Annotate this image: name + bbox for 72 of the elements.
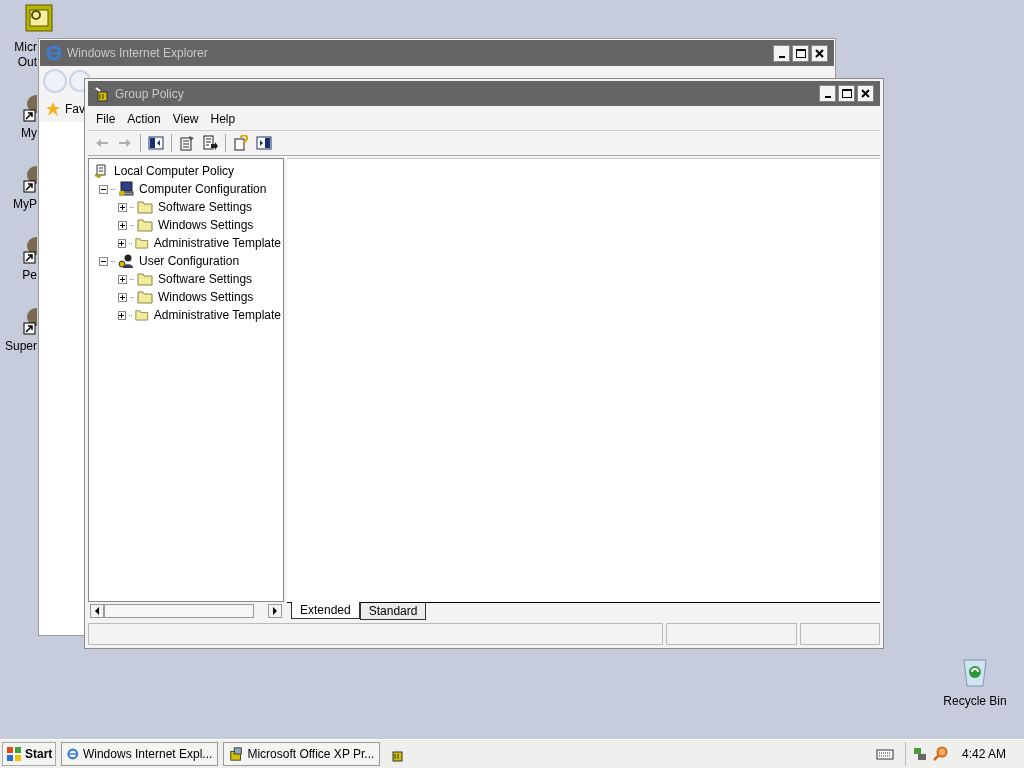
maximize-button[interactable]	[838, 85, 855, 102]
tree-item[interactable]: Local Computer Policy	[112, 162, 237, 180]
installer-icon	[229, 746, 244, 762]
panel-icon[interactable]	[256, 135, 272, 151]
icon-label[interactable]: Recycle Bin	[943, 692, 1007, 710]
menu-item[interactable]: File	[90, 110, 122, 128]
window-title: Windows Internet Explorer	[67, 45, 209, 62]
network-icon[interactable]	[911, 746, 928, 762]
start-button[interactable]: Start	[2, 742, 57, 766]
scroll-left-icon[interactable]	[90, 604, 104, 618]
flag-icon	[6, 746, 22, 762]
tree-item[interactable]: Windows Settings	[156, 288, 256, 306]
browser-logo-icon	[67, 746, 79, 762]
tree-item[interactable]: Windows Settings	[156, 216, 256, 234]
icon-label[interactable]: My	[21, 126, 37, 141]
tree-item[interactable]: Software Settings	[156, 198, 255, 216]
expand-icon[interactable]	[118, 220, 127, 230]
tree-item[interactable]: Software Settings	[156, 270, 255, 288]
folder-icon	[137, 218, 153, 232]
tab[interactable]: Standard	[359, 603, 427, 620]
browser-logo-icon	[46, 45, 62, 61]
expand-icon[interactable]	[118, 274, 127, 284]
taskbar-button[interactable]: Windows Internet Expl...	[61, 742, 219, 766]
horizontal-scrollbar[interactable]	[88, 602, 284, 620]
export-icon[interactable]	[202, 135, 218, 151]
expand-icon[interactable]	[118, 310, 126, 320]
folder-icon	[137, 272, 153, 286]
search-icon[interactable]	[931, 746, 948, 762]
close-icon	[861, 89, 870, 98]
folder-icon	[135, 308, 149, 322]
scroll-thumb[interactable]	[104, 604, 254, 618]
icon-label[interactable]: Out	[17, 55, 37, 70]
collapse-icon[interactable]	[99, 256, 108, 266]
menu-item[interactable]: Help	[204, 110, 242, 128]
menu-item[interactable]: View	[166, 110, 205, 128]
panel-icon[interactable]	[148, 135, 164, 151]
close-icon	[815, 48, 824, 58]
menu-item[interactable]: Action	[121, 110, 167, 128]
scroll-right-icon[interactable]	[268, 604, 282, 618]
star-icon[interactable]	[45, 101, 61, 117]
folder-icon	[137, 200, 153, 214]
close-button[interactable]	[857, 85, 874, 102]
tree-item[interactable]: Administrative Template	[151, 306, 283, 324]
folder-icon	[135, 236, 149, 250]
clock: 4:42 AM	[961, 746, 1006, 763]
close-button[interactable]	[811, 44, 828, 62]
minimize-button[interactable]	[819, 85, 836, 102]
minimize-button[interactable]	[773, 44, 790, 62]
icon-label[interactable]: Micr	[14, 40, 37, 55]
user-icon	[118, 253, 134, 269]
expand-icon[interactable]	[118, 202, 127, 212]
tree-item[interactable]: Computer Configuration	[137, 180, 269, 198]
calendar-icon[interactable]	[25, 4, 53, 32]
icon-label[interactable]: Super	[4, 339, 37, 354]
scroll-icon	[93, 163, 109, 179]
expand-icon[interactable]	[118, 238, 126, 248]
tree-item[interactable]: User Configuration	[137, 252, 242, 270]
tree-item[interactable]: Administrative Template	[151, 234, 283, 252]
taskbar-button[interactable]: Microsoft Office XP Pr...	[223, 742, 381, 766]
favorites-label[interactable]: Fav	[65, 100, 85, 118]
window-title: Group Policy	[115, 85, 185, 103]
properties-icon[interactable]	[179, 135, 195, 151]
icon-label[interactable]: MyP	[13, 197, 37, 212]
policy-icon	[94, 85, 110, 102]
icon-label[interactable]: Pe	[22, 268, 37, 283]
tab[interactable]: Extended	[291, 602, 360, 619]
folder-icon	[137, 290, 153, 304]
help-icon[interactable]	[233, 135, 249, 151]
keyboard-icon[interactable]	[875, 748, 894, 760]
expand-icon[interactable]	[118, 292, 127, 302]
collapse-icon[interactable]	[99, 184, 108, 194]
maximize-button[interactable]	[792, 44, 809, 62]
